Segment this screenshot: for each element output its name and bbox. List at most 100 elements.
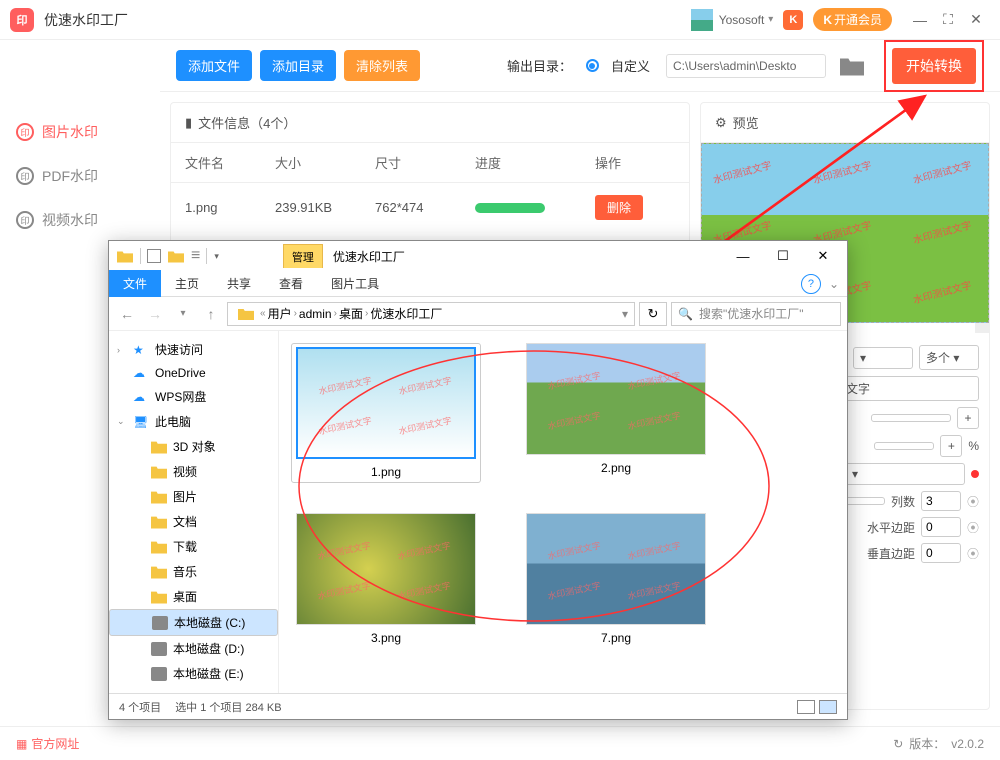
explorer-close-button[interactable]: ✕: [803, 243, 843, 269]
breadcrumb-item[interactable]: admin: [299, 307, 332, 321]
cloud-icon: ☁: [133, 366, 149, 380]
qa-overflow-icon[interactable]: ≡: [191, 247, 200, 265]
nav-label: 音乐: [173, 563, 197, 580]
explorer-minimize-button[interactable]: —: [723, 243, 763, 269]
percent-label: %: [968, 439, 979, 453]
ribbon-share-tab[interactable]: 共享: [213, 270, 265, 297]
nav-item[interactable]: 3D 对象: [109, 434, 278, 459]
ribbon-expand-icon[interactable]: ⌄: [829, 277, 839, 291]
nav-forward-button[interactable]: →: [143, 302, 167, 326]
add-file-button[interactable]: 添加文件: [176, 50, 252, 81]
sidebar-item-video-watermark[interactable]: 印 视频水印: [0, 198, 160, 242]
gear-icon: ⚙: [715, 115, 727, 131]
nav-item[interactable]: ☁OneDrive: [109, 362, 278, 384]
refresh-button[interactable]: ↻: [639, 302, 667, 326]
sidebar-item-pdf-watermark[interactable]: 印 PDF水印: [0, 154, 160, 198]
nav-up-button[interactable]: ↑: [199, 302, 223, 326]
pc-icon: 🖥: [133, 415, 149, 429]
title-bar: 印 优速水印工厂 Yososoft ▾ K K开通会员 — ⛶ ✕: [0, 0, 1000, 40]
nav-item[interactable]: ☁WPS网盘: [109, 384, 278, 409]
nav-item[interactable]: ›★快速访问: [109, 337, 278, 362]
qa-checkbox-icon[interactable]: [147, 249, 161, 263]
folder-icon: [151, 440, 167, 454]
chevron-down-icon[interactable]: ▾: [768, 14, 773, 25]
pdf-watermark-icon: 印: [16, 167, 34, 185]
maximize-button[interactable]: ⛶: [934, 6, 962, 34]
folder-icon: [151, 465, 167, 479]
nav-item[interactable]: ⌄🖥此电脑: [109, 409, 278, 434]
search-input[interactable]: 🔍 搜索"优速水印工厂": [671, 302, 841, 326]
breadcrumb-item[interactable]: 桌面: [339, 305, 363, 322]
breadcrumb[interactable]: « 用户› admin› 桌面› 优速水印工厂 ▾: [227, 302, 635, 326]
official-site-link[interactable]: ▦ 官方网址: [16, 735, 79, 752]
start-convert-button[interactable]: 开始转换: [892, 48, 976, 84]
select-dropdown[interactable]: ▾: [853, 347, 913, 369]
ribbon-pictools-tab[interactable]: 图片工具: [317, 270, 393, 297]
multi-select[interactable]: 多个 ▾: [919, 345, 979, 370]
file-thumbnail[interactable]: 水印测试文字水印测试文字水印测试文字水印测试文字1.png: [291, 343, 481, 483]
hpad-input[interactable]: [921, 517, 961, 537]
qa-folder-icon[interactable]: [168, 250, 184, 263]
app-title: 优速水印工厂: [44, 10, 128, 30]
explorer-maximize-button[interactable]: ☐: [763, 243, 803, 269]
sidebar-item-image-watermark[interactable]: 印 图片水印: [0, 110, 160, 154]
delete-button[interactable]: 删除: [595, 195, 643, 220]
help-icon[interactable]: ?: [801, 274, 821, 294]
open-vip-button[interactable]: K开通会员: [813, 8, 892, 31]
clear-list-button[interactable]: 清除列表: [344, 50, 420, 81]
nav-item[interactable]: 本地磁盘 (D:): [109, 636, 278, 661]
ribbon-file-tab[interactable]: 文件: [109, 270, 161, 297]
view-details-icon[interactable]: [797, 700, 815, 714]
file-thumbnail[interactable]: 水印测试文字水印测试文字水印测试文字水印测试文字2.png: [521, 343, 711, 483]
qa-chevron-icon[interactable]: ▾: [210, 251, 223, 262]
text-input[interactable]: 文字: [839, 376, 979, 401]
nav-item[interactable]: 音乐: [109, 559, 278, 584]
file-thumbnail[interactable]: 水印测试文字水印测试文字水印测试文字水印测试文字3.png: [291, 513, 481, 645]
nav-item[interactable]: 本地磁盘 (C:): [109, 609, 278, 636]
nav-item[interactable]: 图片: [109, 484, 278, 509]
cell-progress: [475, 203, 595, 213]
output-path-input[interactable]: [666, 54, 826, 78]
manage-tab[interactable]: 管理: [283, 244, 323, 268]
user-name[interactable]: Yososoft: [719, 13, 765, 27]
browse-folder-icon[interactable]: [840, 56, 864, 76]
output-dir-label: 输出目录：: [507, 56, 572, 75]
nav-recent-button[interactable]: ▾: [171, 302, 195, 326]
user-avatar-icon[interactable]: [691, 9, 713, 31]
nav-item[interactable]: 下载: [109, 534, 278, 559]
vpad-label: 垂直边距: [867, 545, 915, 562]
refresh-icon: ↻: [893, 737, 903, 751]
select-dropdown[interactable]: ▾: [845, 463, 965, 485]
plus-button[interactable]: +: [957, 407, 979, 429]
view-thumbnails-icon[interactable]: [819, 700, 837, 714]
qa-folder-icon[interactable]: [117, 250, 133, 263]
nav-item[interactable]: 桌面: [109, 584, 278, 609]
sidebar-item-label: PDF水印: [42, 166, 98, 186]
file-thumbnail[interactable]: 水印测试文字水印测试文字水印测试文字水印测试文字7.png: [521, 513, 711, 645]
table-header: 文件名 大小 尺寸 进度 操作: [171, 143, 689, 183]
cell-name: 1.png: [185, 200, 275, 215]
minimize-button[interactable]: —: [906, 6, 934, 34]
custom-dir-radio[interactable]: [586, 59, 599, 72]
vpad-input[interactable]: [921, 543, 961, 563]
add-folder-button[interactable]: 添加目录: [260, 50, 336, 81]
breadcrumb-item[interactable]: 用户: [268, 305, 292, 322]
stepper-icon[interactable]: ⦿: [967, 519, 979, 536]
nav-item[interactable]: 视频: [109, 459, 278, 484]
nav-item[interactable]: 本地磁盘 (E:): [109, 661, 278, 686]
stepper-icon[interactable]: ⦿: [967, 545, 979, 562]
ribbon-home-tab[interactable]: 主页: [161, 270, 213, 297]
nav-back-button[interactable]: ←: [115, 302, 139, 326]
cols-input[interactable]: [921, 491, 961, 511]
nav-item[interactable]: 文档: [109, 509, 278, 534]
version-label[interactable]: ↻ 版本：v2.0.2: [893, 735, 984, 752]
stepper-icon[interactable]: ⦿: [967, 493, 979, 510]
value-input[interactable]: [874, 442, 934, 450]
value-input[interactable]: [871, 414, 951, 422]
plus-button[interactable]: +: [940, 435, 962, 457]
ribbon-view-tab[interactable]: 查看: [265, 270, 317, 297]
close-button[interactable]: ✕: [962, 6, 990, 34]
nav-label: 视频: [173, 463, 197, 480]
breadcrumb-item[interactable]: 优速水印工厂: [370, 305, 442, 322]
table-row[interactable]: 1.png 239.91KB 762*474 删除: [171, 183, 689, 232]
